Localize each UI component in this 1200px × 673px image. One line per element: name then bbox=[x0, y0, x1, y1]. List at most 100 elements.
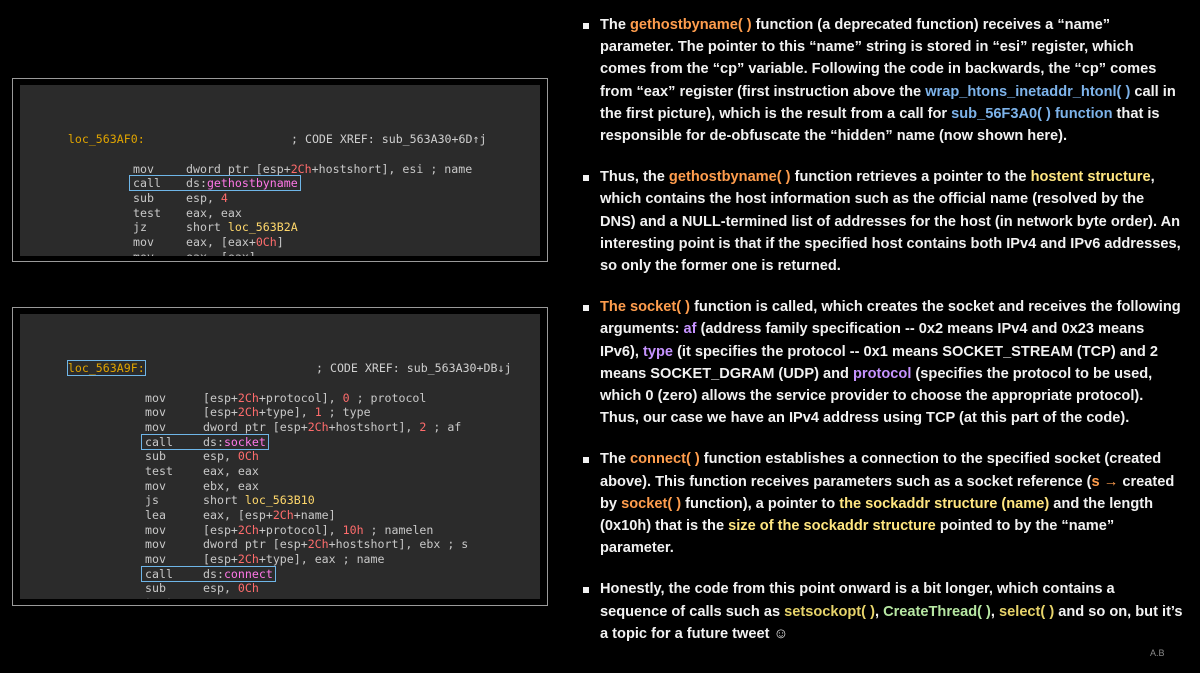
highlighted-term: type bbox=[643, 343, 674, 360]
author-signature: A.B bbox=[1150, 648, 1165, 658]
operand-text: ds: bbox=[186, 176, 207, 191]
instruction-row: test eax, eax bbox=[26, 596, 534, 599]
operand-text: +type], eax ; name bbox=[258, 552, 385, 567]
operand-text: ; type bbox=[321, 405, 371, 420]
mnemonic: mov bbox=[145, 390, 166, 405]
mnemonic: test bbox=[145, 596, 173, 599]
immediate: 0Ch bbox=[237, 581, 259, 596]
bullet-item: The gethostbyname( ) function (a depreca… bbox=[583, 14, 1183, 147]
immediate: 2Ch bbox=[307, 419, 329, 434]
api-name[interactable]: connect bbox=[224, 567, 273, 581]
highlighted-term: wrap_htons_inetaddr_htonl( ) bbox=[925, 83, 1131, 100]
block-label[interactable]: loc_563A9F: bbox=[66, 360, 146, 377]
mnemonic: mov bbox=[133, 250, 154, 256]
instruction-row: sub esp, 0Ch bbox=[26, 449, 534, 464]
operands: [esp+2Ch+type], 1 ; type bbox=[203, 405, 371, 420]
bullet-square-icon bbox=[583, 587, 589, 594]
bullet-item: Honestly, the code from this point onwar… bbox=[583, 578, 1183, 645]
instruction-row: call ds:socket bbox=[26, 433, 534, 450]
highlighted-term: setsockopt( ) bbox=[784, 603, 875, 620]
jump-target[interactable]: loc_563B2A bbox=[228, 220, 298, 234]
operand-text: [esp+ bbox=[203, 405, 238, 420]
operand-text: esp, bbox=[203, 449, 238, 464]
xref-comment: ; CODE XREF: sub_563A30+DB↓j bbox=[316, 361, 512, 376]
mnemonic: mov bbox=[145, 522, 166, 537]
api-name[interactable]: socket bbox=[224, 435, 266, 449]
bullet-item: Thus, the gethostbyname( ) function retr… bbox=[583, 166, 1183, 277]
immediate: 2Ch bbox=[237, 522, 259, 537]
mnemonic: call bbox=[145, 566, 173, 581]
operand-text: +protocol], bbox=[258, 390, 343, 405]
highlighted-term: sub_56F3A0( ) function bbox=[951, 105, 1113, 122]
operands: eax, eax bbox=[203, 596, 259, 599]
mnemonic: mov bbox=[133, 161, 154, 176]
operand-text: ds: bbox=[203, 566, 224, 581]
instruction-row: mov [esp+2Ch+type], eax ; name bbox=[26, 552, 534, 567]
block-header: loc_563A9F: ; CODE XREF: sub_563A30+DB↓j bbox=[26, 346, 534, 377]
immediate: 2Ch bbox=[272, 508, 294, 522]
mnemonic: call bbox=[133, 176, 161, 191]
bullet-item: The connect( ) function establishes a co… bbox=[583, 448, 1183, 559]
operands: [esp+2Ch+type], eax ; name bbox=[203, 552, 385, 567]
operands: eax, eax bbox=[186, 206, 242, 221]
operands: esp, 0Ch bbox=[203, 449, 259, 464]
block-label[interactable]: loc_563AF0: bbox=[68, 132, 145, 146]
operand-text: eax, eax bbox=[203, 596, 259, 599]
operand-text: esp, bbox=[186, 190, 221, 205]
operand-text: eax, eax bbox=[186, 205, 242, 220]
operand-text: eax, [esp+ bbox=[203, 508, 273, 522]
operands: dword ptr [esp+2Ch+hostshort], ebx ; s bbox=[203, 537, 468, 552]
operands: short loc_563B2A bbox=[186, 220, 298, 235]
immediate: 4 bbox=[220, 190, 228, 205]
operand-text: dword ptr [esp+ bbox=[203, 419, 308, 434]
disassembly-block-2: loc_563A9F:; CODE XREF: sub_563A30+DB↓j … bbox=[20, 314, 540, 599]
operands: eax, [eax+0Ch] bbox=[186, 235, 284, 250]
operand-text: eax, [eax+ bbox=[186, 234, 256, 249]
code-panel-top: loc_563AF0:; CODE XREF: sub_563A30+6D↑j … bbox=[12, 78, 548, 262]
operand-text: ; namelen bbox=[363, 522, 434, 537]
bullet-square-icon bbox=[583, 457, 589, 464]
jump-target[interactable]: loc_563B10 bbox=[245, 493, 315, 507]
highlighted-term: s → bbox=[1091, 473, 1119, 490]
operands: ds:socket bbox=[203, 435, 266, 450]
instruction-row: call ds:connect bbox=[26, 565, 534, 582]
instruction-row: sub esp, 4 bbox=[26, 191, 534, 206]
operand-text: [esp+ bbox=[203, 552, 238, 567]
instruction-row: test eax, eax bbox=[26, 464, 534, 479]
mnemonic: mov bbox=[145, 552, 166, 567]
instruction-list: mov [esp+2Ch+protocol], 0 ; protocol mov [e… bbox=[26, 390, 534, 599]
instruction-row: call ds:gethostbyname bbox=[26, 175, 534, 192]
operand-text: ds: bbox=[203, 434, 224, 449]
instruction-row: mov eax, [eax] bbox=[26, 250, 534, 256]
operands: dword ptr [esp+2Ch+hostshort], 2 ; af bbox=[203, 420, 461, 435]
highlighted-term: af bbox=[683, 321, 697, 338]
operands: eax, eax bbox=[203, 464, 259, 479]
operand-text: dword ptr [esp+ bbox=[186, 161, 291, 176]
instruction-row: mov dword ptr [esp+2Ch+hostshort], esi ; … bbox=[26, 162, 534, 177]
mnemonic: mov bbox=[145, 478, 166, 493]
bullet-square-icon bbox=[583, 23, 589, 29]
highlighted-term: CreateThread( ) bbox=[883, 603, 991, 620]
operands: ds:connect bbox=[203, 567, 273, 582]
immediate: 2Ch bbox=[237, 552, 259, 567]
mnemonic: mov bbox=[145, 405, 166, 420]
mnemonic: mov bbox=[133, 234, 154, 249]
api-name[interactable]: gethostbyname bbox=[207, 176, 298, 190]
block-header: loc_563AF0: ; CODE XREF: sub_563A30+6D↑j bbox=[26, 117, 534, 146]
bullet-text: , bbox=[990, 603, 1000, 620]
immediate: 1 bbox=[314, 405, 322, 420]
instruction-row: mov ebx, eax bbox=[26, 479, 534, 494]
operands: ds:gethostbyname bbox=[186, 176, 298, 191]
highlighted-term: socket( ) bbox=[621, 495, 682, 512]
operands: esp, 0Ch bbox=[203, 581, 259, 596]
immediate: 0Ch bbox=[237, 449, 259, 464]
bullet-text: The bbox=[600, 451, 630, 468]
operand-text: dword ptr [esp+ bbox=[203, 537, 308, 552]
instruction-row: mov [esp+2Ch+type], 1 ; type bbox=[26, 405, 534, 420]
immediate: 0 bbox=[342, 390, 350, 405]
highlighted-term: the sockaddr structure (name) bbox=[839, 495, 1050, 512]
operand-text: esp, bbox=[203, 581, 238, 596]
instruction-row: test eax, eax bbox=[26, 206, 534, 221]
instruction-row: sub esp, 0Ch bbox=[26, 581, 534, 596]
operand-text: +protocol], bbox=[258, 522, 343, 537]
